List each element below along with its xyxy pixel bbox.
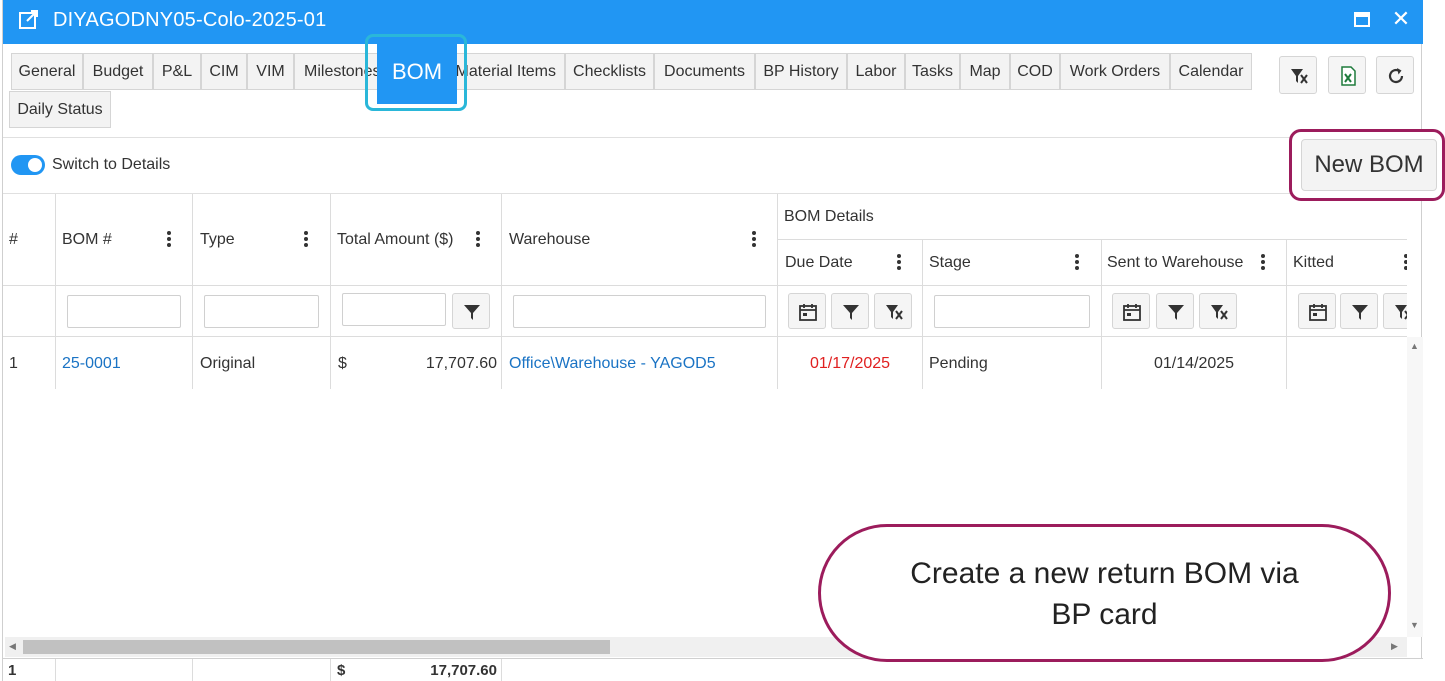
grid-line [3, 285, 1407, 286]
tab-cim[interactable]: CIM [201, 53, 247, 90]
horizontal-scroll-thumb[interactable] [23, 640, 610, 654]
tab-cod[interactable]: COD [1010, 53, 1060, 90]
callout-line-2: BP card [1051, 598, 1158, 631]
grid-line [3, 336, 1407, 337]
tab-general[interactable]: General [11, 53, 83, 90]
tab-pl[interactable]: P&L [153, 53, 201, 90]
cell-row-num: 1 [9, 355, 18, 372]
window-title: DIYAGODNY05-Colo-2025-01 [53, 9, 327, 31]
tab-map[interactable]: Map [960, 53, 1010, 90]
filter-input-warehouse[interactable] [513, 295, 766, 328]
scroll-right-icon[interactable]: ▶ [1391, 641, 1398, 652]
tab-tasks[interactable]: Tasks [905, 53, 960, 90]
refresh-button[interactable] [1376, 56, 1414, 94]
close-icon[interactable]: ✕ [1390, 8, 1412, 30]
cell-sent-to-warehouse: 01/14/2025 [1153, 355, 1235, 372]
date-filter-button[interactable] [788, 293, 826, 329]
grid-line [501, 659, 502, 681]
col-header-total-amount[interactable]: Total Amount ($) [337, 231, 454, 249]
column-menu-icon[interactable] [166, 230, 172, 248]
callout-line-1: Create a new return BOM via [910, 557, 1299, 590]
grid-line [777, 239, 1407, 240]
column-menu-icon[interactable] [303, 230, 309, 248]
clear-filter-button[interactable] [1199, 293, 1237, 329]
grid-line [1286, 239, 1287, 389]
tab-milestones[interactable]: Milestones [294, 53, 378, 90]
col-header-stage[interactable]: Stage [929, 254, 971, 272]
filter-button[interactable] [1340, 293, 1378, 329]
filter-input-stage[interactable] [934, 295, 1090, 328]
cell-due-date: 01/17/2025 [809, 355, 891, 372]
column-menu-icon[interactable] [751, 230, 757, 248]
grid-line [330, 659, 331, 681]
tab-labor[interactable]: Labor [847, 53, 905, 90]
instruction-callout: Create a new return BOM via BP card [818, 524, 1391, 662]
tab-material-items[interactable]: Material Items [451, 53, 565, 90]
toggle-label: Switch to Details [52, 156, 171, 173]
cell-stage: Pending [929, 355, 988, 372]
col-header-row-num: # [9, 231, 18, 248]
cell-total-amount: 17,707.60 [425, 355, 497, 372]
clear-filter-button[interactable] [1383, 293, 1407, 329]
scroll-down-icon[interactable]: ▼ [1410, 620, 1419, 630]
tab-checklists[interactable]: Checklists [565, 53, 654, 90]
filter-button[interactable] [831, 293, 869, 329]
grid-line [55, 194, 56, 389]
grid-line [330, 194, 331, 389]
col-header-bom-num[interactable]: BOM # [62, 231, 112, 249]
footer-currency: $ [337, 662, 346, 679]
tab-bom[interactable]: BOM [377, 39, 457, 104]
clear-filter-button[interactable] [874, 293, 912, 329]
cell-bom-num-link[interactable]: 25-0001 [62, 355, 121, 373]
popout-icon[interactable] [18, 9, 40, 31]
cell-currency: $ [338, 355, 347, 372]
new-bom-button[interactable]: New BOM [1301, 139, 1437, 191]
column-menu-icon[interactable] [896, 253, 902, 271]
divider [3, 137, 1423, 138]
tab-calendar[interactable]: Calendar [1170, 53, 1252, 90]
date-filter-button[interactable] [1112, 293, 1150, 329]
scroll-left-icon[interactable]: ◀ [9, 641, 16, 652]
filter-button[interactable] [452, 293, 490, 329]
tab-bp-history[interactable]: BP History [755, 53, 847, 90]
toggle-knob [28, 158, 42, 172]
title-bar: DIYAGODNY05-Colo-2025-01 ✕ [3, 0, 1423, 44]
tab-documents[interactable]: Documents [654, 53, 755, 90]
cell-warehouse-link[interactable]: Office\Warehouse - YAGOD5 [509, 355, 716, 373]
column-menu-icon[interactable] [1074, 253, 1080, 271]
grid-line [501, 194, 502, 389]
tab-vim[interactable]: VIM [247, 53, 294, 90]
tab-daily-status[interactable]: Daily Status [9, 91, 111, 128]
col-header-due-date[interactable]: Due Date [785, 254, 853, 272]
export-excel-button[interactable] [1328, 56, 1366, 94]
grid-line [922, 239, 923, 389]
tab-work-orders[interactable]: Work Orders [1060, 53, 1170, 90]
footer-count: 1 [8, 662, 17, 679]
column-menu-icon[interactable] [1260, 253, 1266, 271]
new-bom-highlight: New BOM [1289, 129, 1445, 201]
col-header-sent-to-warehouse[interactable]: Sent to Warehouse [1107, 254, 1243, 272]
date-filter-button[interactable] [1298, 293, 1336, 329]
col-header-type[interactable]: Type [200, 231, 235, 249]
filter-button[interactable] [1156, 293, 1194, 329]
tab-budget[interactable]: Budget [83, 53, 153, 90]
column-menu-icon[interactable] [1403, 253, 1407, 271]
grid-line [192, 194, 193, 389]
maximize-icon[interactable] [1354, 12, 1370, 28]
footer-total-amount: 17,707.60 [430, 662, 497, 679]
col-header-warehouse[interactable]: Warehouse [509, 231, 590, 249]
filter-input-type[interactable] [204, 295, 319, 328]
grid-line [55, 659, 56, 681]
col-group-bom-details: BOM Details [784, 208, 874, 225]
column-menu-icon[interactable] [475, 230, 481, 248]
clear-filter-button[interactable] [1279, 56, 1317, 94]
filter-input-total-amount[interactable] [342, 293, 446, 326]
switch-to-details-toggle[interactable] [11, 155, 45, 175]
filter-input-bom-num[interactable] [67, 295, 181, 328]
grid-line [192, 659, 193, 681]
scroll-up-icon[interactable]: ▲ [1410, 341, 1419, 351]
vertical-scrollbar[interactable]: ▲ ▼ [1407, 337, 1423, 637]
cell-type: Original [200, 355, 256, 372]
col-header-kitted[interactable]: Kitted [1293, 254, 1334, 272]
